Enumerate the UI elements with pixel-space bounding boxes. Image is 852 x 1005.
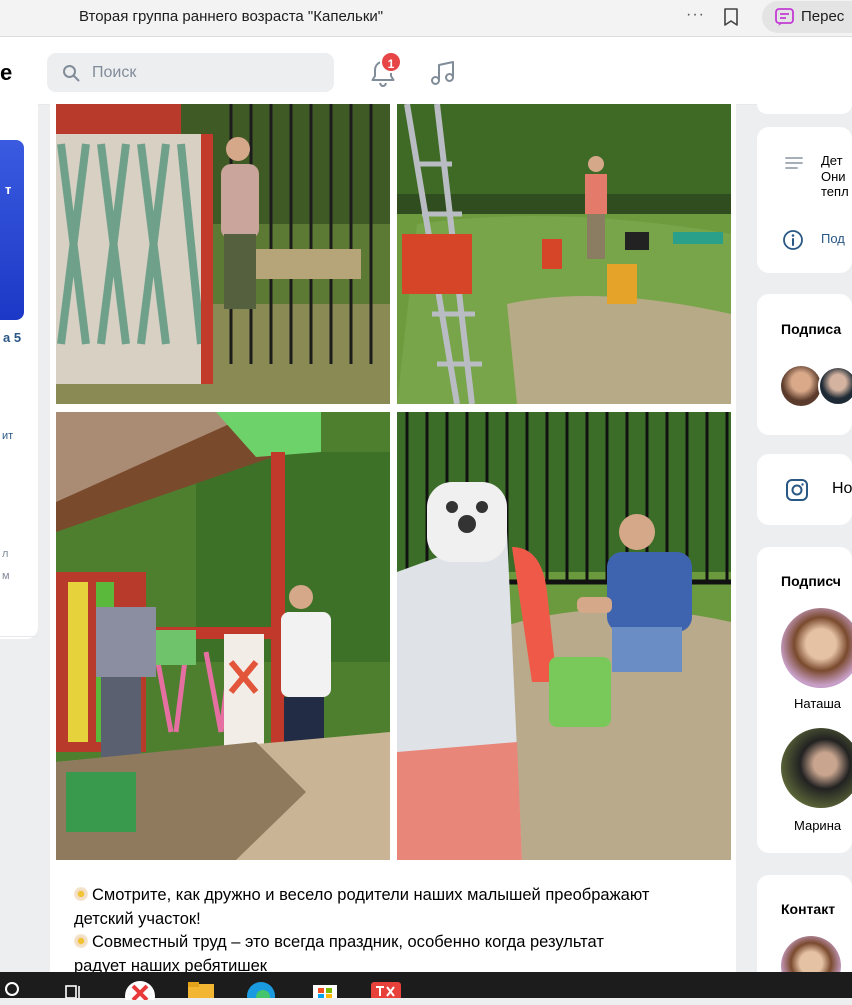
sidebar-text: м <box>2 570 10 582</box>
file-explorer-icon[interactable] <box>187 980 215 1000</box>
search-placeholder: Поиск <box>92 64 137 81</box>
sidebar-link[interactable]: ит <box>2 430 13 442</box>
sidebar-text: л <box>2 548 9 560</box>
post-text-line: Смотрите, как дружно и весело родители н… <box>74 884 724 908</box>
promo-banner[interactable] <box>0 140 24 320</box>
community-info-card <box>757 127 852 273</box>
description-icon <box>784 155 804 176</box>
more-info-link[interactable]: Под <box>821 231 845 246</box>
instagram-icon <box>785 478 809 507</box>
subscriptions-card <box>757 294 852 435</box>
right-card-bottom <box>757 104 852 114</box>
search-icon <box>62 64 80 87</box>
music-icon[interactable] <box>429 58 457 93</box>
post-photo[interactable] <box>397 104 731 404</box>
follower-name[interactable]: Марина <box>794 818 841 833</box>
yandex-browser-icon[interactable] <box>124 980 156 1005</box>
community-description: Дет Они тепл <box>821 153 849 199</box>
task-view-icon[interactable] <box>64 980 84 999</box>
more-options-button[interactable]: ··· <box>686 6 705 24</box>
subscriptions-title[interactable]: Подписа <box>781 321 841 337</box>
edge-icon[interactable] <box>246 980 276 1005</box>
post-photo[interactable] <box>397 412 731 860</box>
flower-emoji-icon <box>74 934 88 948</box>
search-icon[interactable] <box>4 980 22 998</box>
promo-title[interactable]: а 5 <box>3 330 21 345</box>
contacts-title[interactable]: Контакт <box>781 901 835 917</box>
app-icon[interactable] <box>370 980 402 1000</box>
post-text-line: детский участок! <box>74 909 201 928</box>
post-photo[interactable] <box>56 412 390 860</box>
instagram-label: Но <box>832 480 852 497</box>
avatar[interactable] <box>818 366 852 406</box>
follower-avatar[interactable] <box>781 728 852 808</box>
translate-icon <box>774 6 796 33</box>
notification-badge: 1 <box>380 51 402 73</box>
site-logo[interactable]: е <box>0 60 12 86</box>
followers-title[interactable]: Подписч <box>781 573 841 589</box>
post-text: Смотрите, как дружно и весело родители н… <box>74 884 724 978</box>
follower-name[interactable]: Наташа <box>794 696 841 711</box>
post-text-line: Совместный труд – это всегда праздник, о… <box>74 931 724 955</box>
promo-banner-text: т <box>5 182 12 197</box>
follower-avatar[interactable] <box>781 608 852 688</box>
avatar[interactable] <box>781 366 821 406</box>
bookmark-icon[interactable] <box>722 7 740 32</box>
flower-emoji-icon <box>74 887 88 901</box>
post-photo[interactable] <box>56 104 390 404</box>
divider <box>0 636 38 637</box>
search-input[interactable] <box>47 53 334 92</box>
page-title: Вторая группа раннего возраста "Капельки… <box>79 8 384 25</box>
info-icon <box>782 229 804 256</box>
store-icon[interactable] <box>311 980 339 999</box>
translate-label: Перес <box>801 8 845 25</box>
